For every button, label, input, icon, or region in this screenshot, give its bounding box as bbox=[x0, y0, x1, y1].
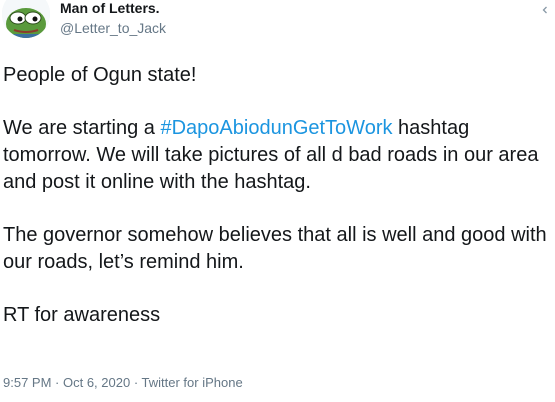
tweet-paragraph: RT for awareness bbox=[3, 304, 161, 326]
tweet-metadata: 9:57 PM · Oct 6, 2020 · Twitter for iPho… bbox=[3, 375, 243, 391]
tweet-time[interactable]: 9:57 PM bbox=[3, 375, 51, 390]
user-handle[interactable]: @Letter_to_Jack bbox=[60, 19, 166, 37]
chevron-icon[interactable] bbox=[539, 4, 551, 16]
separator: · bbox=[51, 375, 63, 390]
pepe-frog-avatar-icon bbox=[2, 0, 50, 38]
tweet-date[interactable]: Oct 6, 2020 bbox=[63, 375, 130, 390]
tweet-text-segment: We are starting a bbox=[3, 117, 161, 139]
avatar[interactable] bbox=[2, 0, 50, 38]
tweet-text: People of Ogun state! We are starting a … bbox=[3, 62, 551, 355]
author-names[interactable]: Man of Letters. @Letter_to_Jack bbox=[60, 0, 166, 37]
tweet-paragraph: People of Ogun state! bbox=[3, 64, 197, 86]
separator: · bbox=[130, 375, 142, 390]
tweet-paragraph: We are starting a #DapoAbiodunGetToWork … bbox=[3, 115, 551, 196]
display-name[interactable]: Man of Letters. bbox=[60, 0, 166, 17]
tweet-paragraph: The governor somehow believes that all i… bbox=[3, 224, 547, 273]
tweet: Man of Letters. @Letter_to_Jack People o… bbox=[0, 0, 555, 402]
tweet-source[interactable]: Twitter for iPhone bbox=[142, 375, 243, 390]
hashtag-link[interactable]: #DapoAbiodunGetToWork bbox=[160, 117, 392, 139]
tweet-header: Man of Letters. @Letter_to_Jack bbox=[0, 0, 555, 46]
